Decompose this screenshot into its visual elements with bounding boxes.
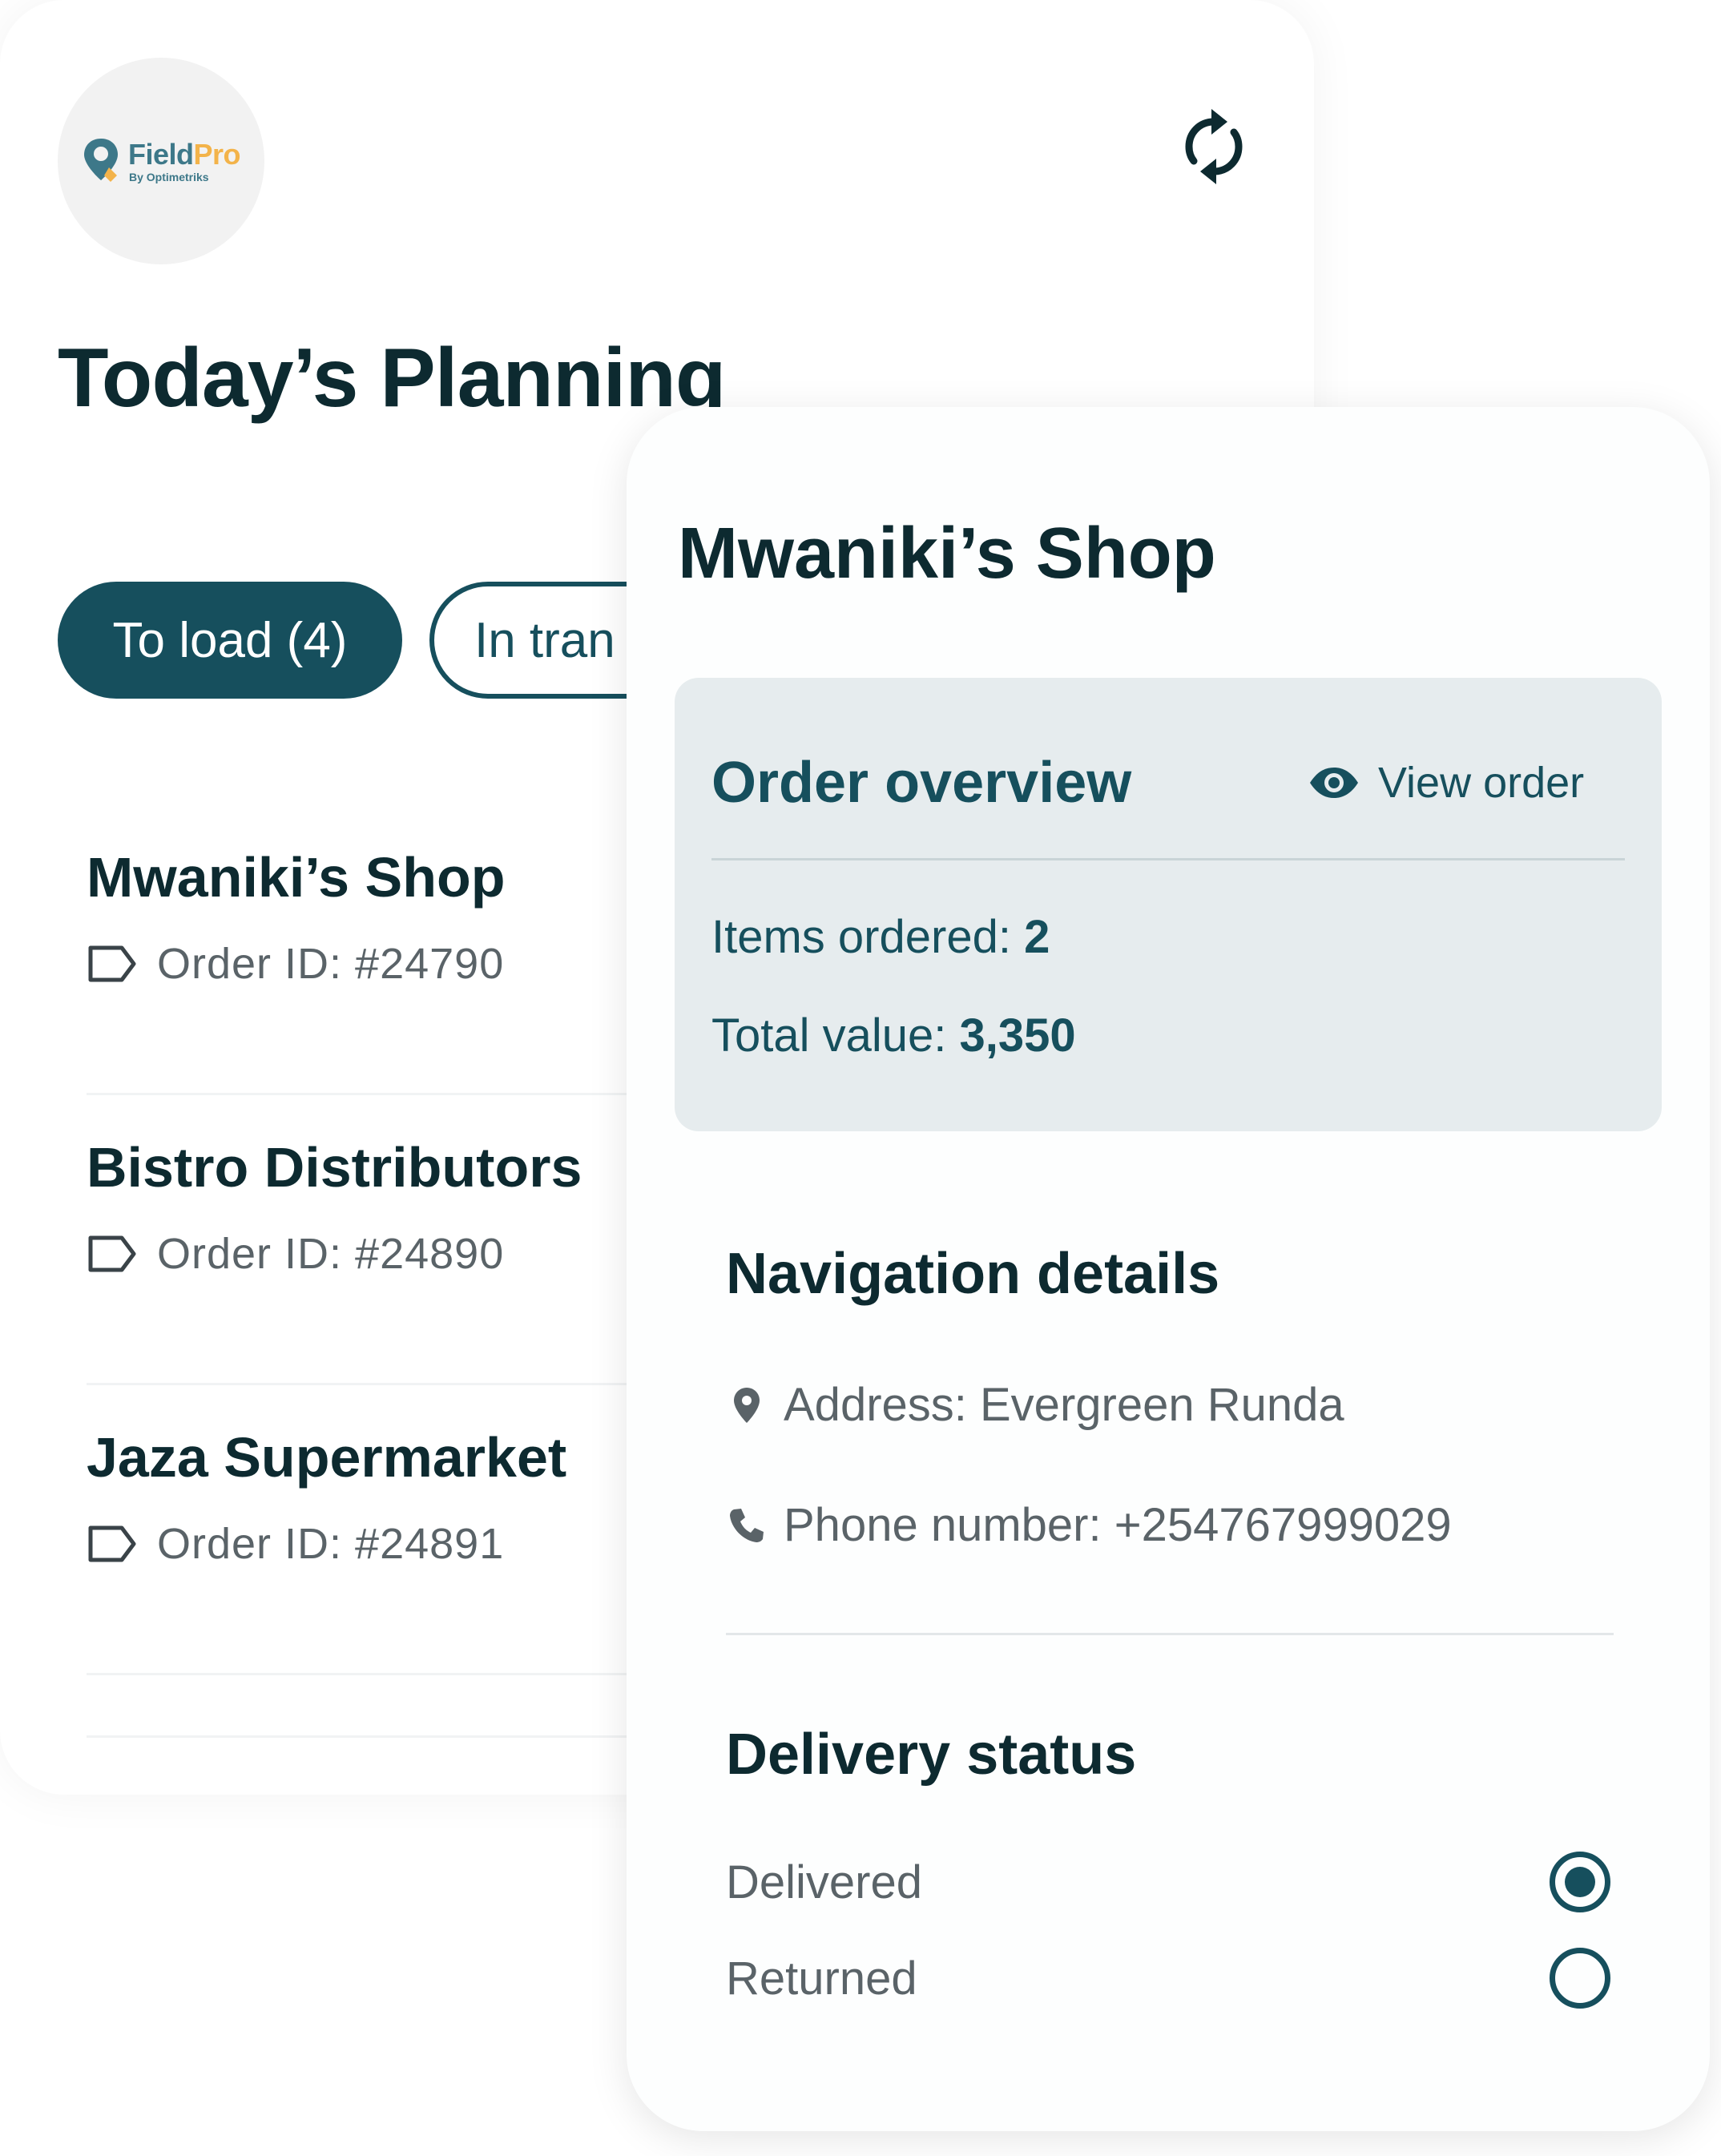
order-id: Order ID: #24891 [157, 1520, 505, 1568]
navigation-details-title: Navigation details [726, 1242, 1220, 1306]
logo-name: FieldPro [127, 137, 241, 171]
tag-icon [88, 945, 136, 982]
detail-shop-name: Mwaniki’s Shop [678, 514, 1216, 594]
delivery-status-title: Delivery status [726, 1723, 1137, 1787]
radio-selected-dot [1565, 1867, 1595, 1897]
section-divider [726, 1633, 1614, 1635]
order-detail-card: Mwaniki’s Shop Order overview View order… [627, 407, 1710, 2131]
items-ordered-value: 2 [1024, 911, 1050, 963]
status-label: Delivered [726, 1856, 922, 1908]
phone-row[interactable]: Phone number: +254767999029 [726, 1498, 1452, 1552]
status-label: Returned [726, 1952, 917, 2005]
app-logo: FieldPro By Optimetriks [58, 58, 264, 264]
order-id: Order ID: #24790 [157, 940, 505, 988]
items-ordered: Items ordered: 2 [711, 911, 1050, 963]
location-pin-icon [734, 1387, 760, 1423]
tab-to-load[interactable]: To load (4) [58, 582, 402, 699]
fieldpro-logo-icon [83, 139, 118, 182]
order-id: Order ID: #24890 [157, 1230, 505, 1278]
radio-delivered[interactable] [1550, 1852, 1610, 1912]
status-option-returned[interactable]: Returned [726, 1948, 1610, 2009]
tag-icon [88, 1525, 136, 1562]
view-order-button[interactable]: View order [1308, 758, 1584, 808]
refresh-icon[interactable] [1178, 104, 1250, 189]
status-option-delivered[interactable]: Delivered [726, 1852, 1610, 1912]
view-order-label: View order [1378, 759, 1585, 807]
phone-icon [730, 1508, 764, 1542]
address-row[interactable]: Address: Evergreen Runda [726, 1378, 1344, 1432]
total-value-amount: 3,350 [959, 1009, 1076, 1062]
radio-returned[interactable] [1550, 1948, 1610, 2009]
page-title: Today’s Planning [58, 332, 726, 425]
overview-divider [711, 858, 1625, 860]
total-value: Total value: 3,350 [711, 1009, 1076, 1062]
phone-text: Phone number: +254767999029 [784, 1499, 1452, 1551]
order-overview-panel: Order overview View order Items ordered:… [675, 678, 1662, 1131]
address-text: Address: Evergreen Runda [784, 1379, 1344, 1431]
eye-icon [1310, 768, 1358, 798]
order-overview-title: Order overview [711, 751, 1132, 815]
logo-subtitle: By Optimetriks [128, 170, 209, 183]
tag-icon [88, 1235, 136, 1272]
